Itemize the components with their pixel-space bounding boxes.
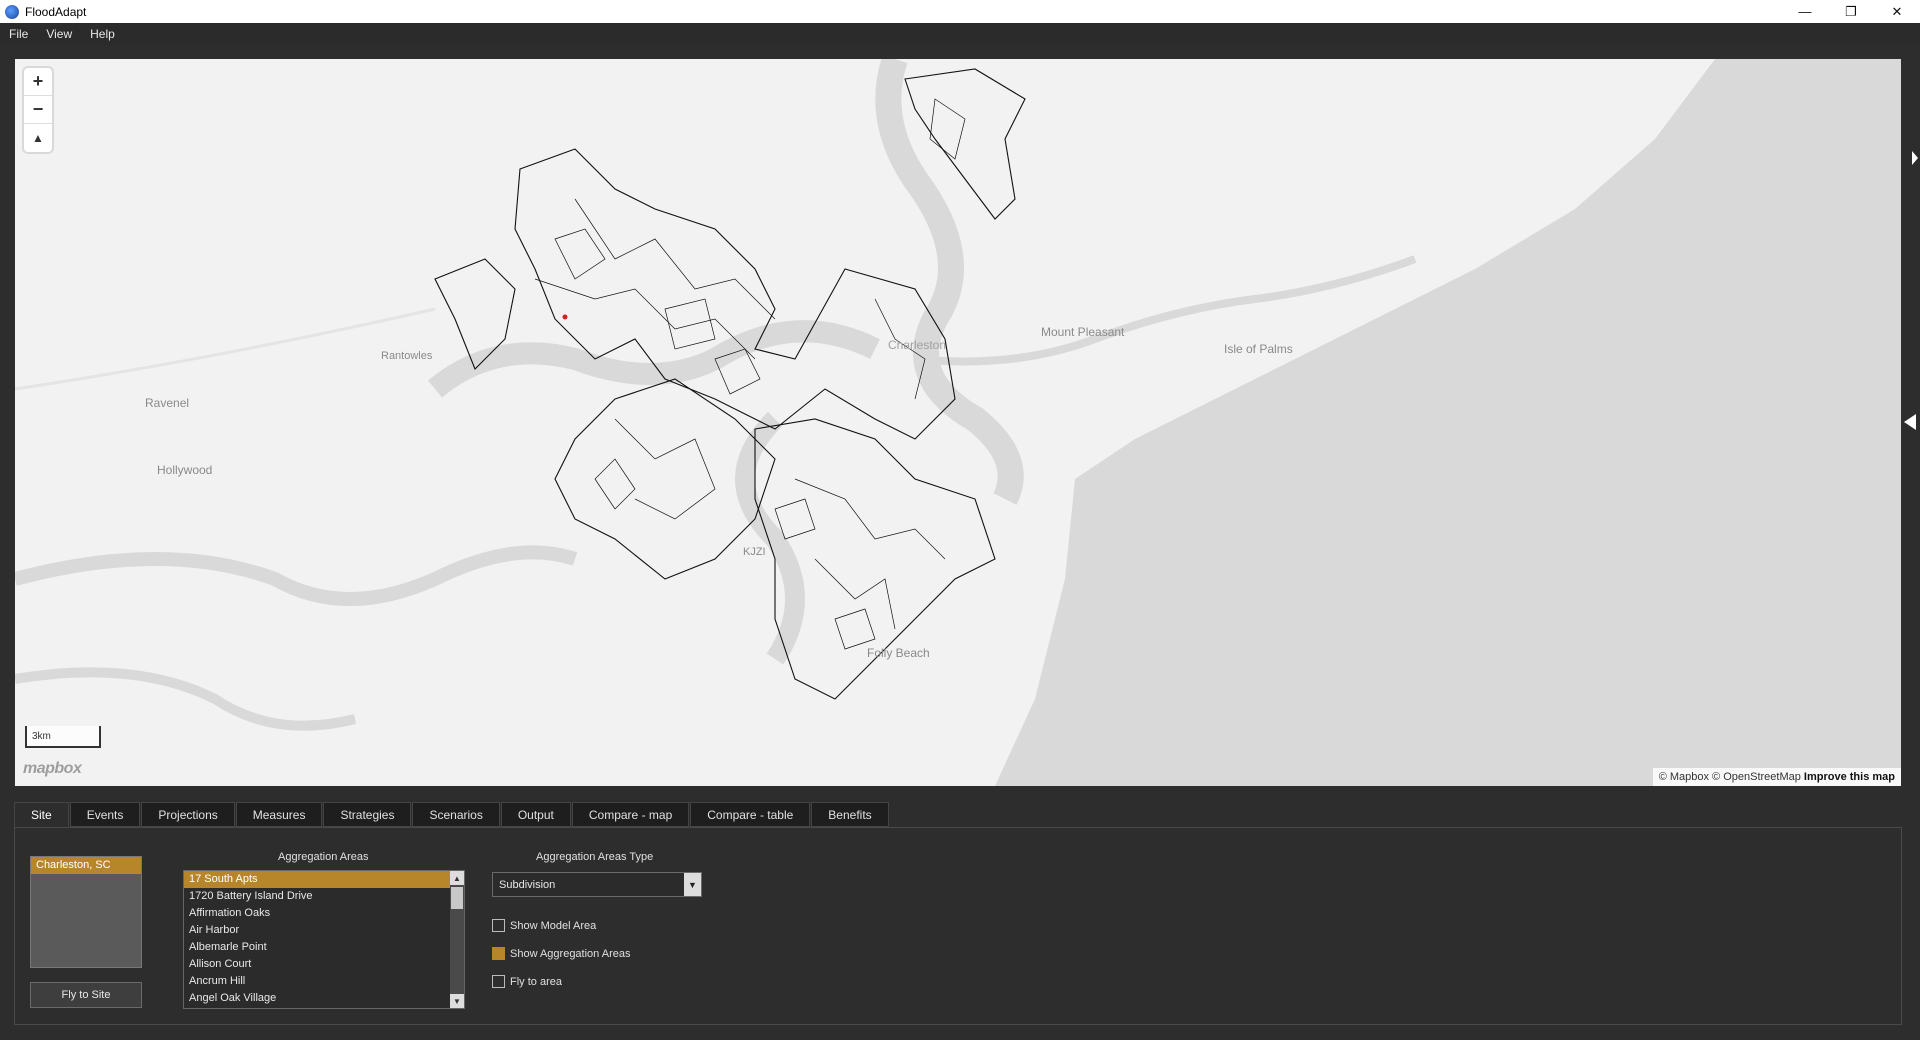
list-item[interactable]: 1720 Battery Island Drive: [184, 888, 464, 905]
tab-events[interactable]: Events: [69, 802, 141, 827]
tab-output[interactable]: Output: [500, 802, 571, 827]
dropdown-arrow-icon[interactable]: ▼: [684, 873, 701, 896]
list-scrollbar[interactable]: ▲ ▼: [450, 871, 464, 1008]
site-item-selected[interactable]: Charleston, SC: [31, 857, 141, 874]
map-view[interactable]: Mount Pleasant Isle of Palms Rantowles R…: [15, 59, 1901, 786]
place-mount-pleasant: Mount Pleasant: [1041, 325, 1125, 339]
tab-compare-table[interactable]: Compare - table: [690, 802, 811, 827]
checkbox-label: Fly to area: [510, 975, 562, 988]
aggregation-type-title: Aggregation Areas Type: [536, 851, 654, 863]
menu-file[interactable]: File: [0, 27, 37, 41]
zoom-control: + − ▲: [24, 68, 52, 152]
place-charleston: Charleston: [888, 338, 947, 352]
menu-bar: File View Help: [0, 23, 1920, 45]
zoom-out-button[interactable]: −: [24, 96, 52, 124]
mapbox-logo[interactable]: mapbox: [23, 760, 82, 778]
tab-bar: Site Events Projections Measures Strateg…: [14, 802, 890, 827]
close-button[interactable]: ✕: [1874, 0, 1920, 23]
tab-scenarios[interactable]: Scenarios: [412, 802, 500, 827]
list-item[interactable]: Affirmation Oaks: [184, 905, 464, 922]
fly-to-area-checkbox[interactable]: Fly to area: [492, 975, 562, 988]
map-attribution: © Mapbox © OpenStreetMap Improve this ma…: [1652, 768, 1901, 786]
scroll-down-arrow-icon[interactable]: ▼: [450, 994, 464, 1008]
checkbox-label: Show Aggregation Areas: [510, 947, 631, 960]
list-item[interactable]: Ancrum Hill: [184, 973, 464, 990]
aggregation-type-select[interactable]: Subdivision ▼: [492, 872, 702, 897]
aggregation-type-value: Subdivision: [499, 879, 556, 891]
list-item[interactable]: 17 South Apts: [184, 871, 464, 888]
attribution-text[interactable]: © Mapbox © OpenStreetMap: [1659, 771, 1801, 783]
tab-compare-map[interactable]: Compare - map: [571, 802, 690, 827]
site-panel: Charleston, SC Fly to Site Aggregation A…: [14, 827, 1902, 1025]
list-item[interactable]: Albemarle Point: [184, 939, 464, 956]
window-title: FloodAdapt: [25, 4, 87, 19]
checkbox-box[interactable]: [492, 975, 505, 988]
list-item[interactable]: Allison Court: [184, 956, 464, 973]
collapse-panel-arrow-icon[interactable]: [1904, 414, 1916, 430]
place-hollywood: Hollywood: [157, 463, 213, 477]
tab-projections[interactable]: Projections: [141, 802, 235, 827]
checkbox-label: Show Model Area: [510, 919, 597, 932]
checkbox-box[interactable]: [492, 919, 505, 932]
tab-site[interactable]: Site: [14, 802, 69, 827]
place-ravenel: Ravenel: [145, 396, 190, 410]
title-bar: FloodAdapt — ❐ ✕: [0, 0, 1920, 23]
menu-view[interactable]: View: [37, 27, 81, 41]
improve-map-link[interactable]: Improve this map: [1804, 771, 1895, 783]
list-item[interactable]: Angel Oak Village: [184, 990, 464, 1007]
window-controls: — ❐ ✕: [1782, 0, 1920, 23]
zoom-in-button[interactable]: +: [24, 68, 52, 96]
app-icon: [5, 4, 19, 19]
checkbox-box[interactable]: [492, 947, 505, 960]
place-rantowles: Rantowles: [381, 350, 433, 362]
menu-help[interactable]: Help: [81, 27, 124, 41]
place-kjzi: KJZI: [743, 546, 766, 558]
scroll-up-arrow-icon[interactable]: ▲: [450, 871, 464, 885]
aggregation-areas-title: Aggregation Areas: [278, 851, 369, 863]
scroll-thumb[interactable]: [451, 887, 463, 909]
tab-measures[interactable]: Measures: [235, 802, 323, 827]
show-model-area-checkbox[interactable]: Show Model Area: [492, 919, 596, 932]
tab-benefits[interactable]: Benefits: [811, 802, 889, 827]
fly-to-site-button[interactable]: Fly to Site: [30, 982, 142, 1008]
scale-bar: 3km: [25, 726, 101, 748]
aggregation-areas-list[interactable]: 17 South Apts 1720 Battery Island Drive …: [183, 870, 465, 1009]
maximize-button[interactable]: ❐: [1828, 0, 1874, 23]
right-edge-caret-icon[interactable]: [1912, 151, 1918, 165]
list-item[interactable]: Air Harbor: [184, 922, 464, 939]
place-isle-of-palms: Isle of Palms: [1224, 342, 1293, 356]
tab-strategies[interactable]: Strategies: [323, 802, 412, 827]
site-list[interactable]: Charleston, SC: [30, 856, 142, 968]
show-aggregation-areas-checkbox[interactable]: Show Aggregation Areas: [492, 947, 630, 960]
map-canvas: [15, 59, 1901, 786]
place-folly-beach: Folly Beach: [867, 646, 930, 660]
compass-button[interactable]: ▲: [24, 124, 52, 152]
minimize-button[interactable]: —: [1782, 0, 1828, 23]
